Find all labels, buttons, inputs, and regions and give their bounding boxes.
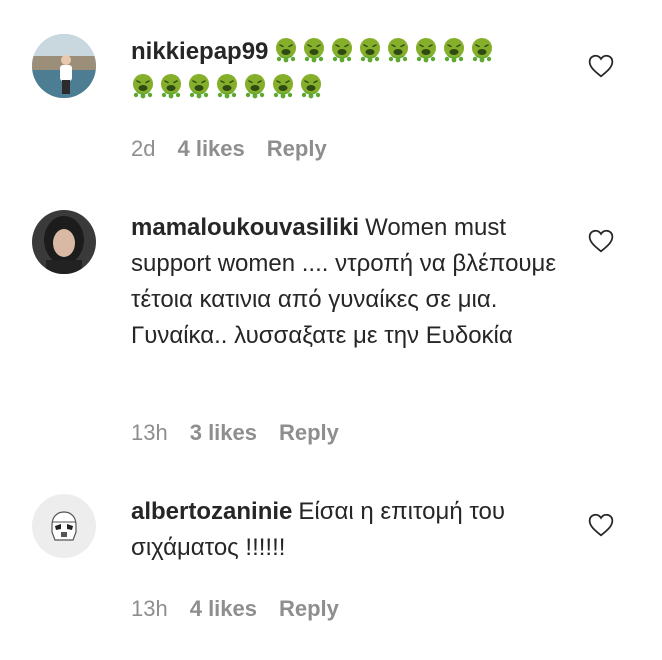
emoji-sequence bbox=[131, 74, 327, 101]
heart-outline-icon[interactable] bbox=[588, 229, 614, 253]
avatar[interactable] bbox=[32, 494, 96, 558]
face-vomiting-emoji bbox=[133, 74, 153, 99]
reply-button[interactable]: Reply bbox=[279, 596, 339, 621]
avatar[interactable] bbox=[32, 210, 96, 274]
comment-likes-count[interactable]: 3 likes bbox=[190, 420, 257, 445]
face-vomiting-emoji bbox=[360, 38, 381, 63]
comment-likes-count[interactable]: 4 likes bbox=[177, 136, 244, 161]
face-vomiting-emoji bbox=[472, 38, 493, 63]
comment-meta: 13h 4 likes Reply bbox=[131, 596, 361, 622]
comment-timestamp[interactable]: 13h bbox=[131, 596, 168, 621]
comment-meta: 13h 3 likes Reply bbox=[131, 420, 361, 446]
avatar-photo-outdoor bbox=[32, 34, 96, 98]
avatar-stormtrooper bbox=[32, 494, 96, 558]
face-vomiting-emoji bbox=[301, 74, 321, 99]
comment-username[interactable]: albertozaninie bbox=[131, 498, 292, 525]
face-vomiting-emoji bbox=[189, 74, 209, 99]
face-vomiting-emoji bbox=[245, 74, 265, 99]
heart-outline-icon[interactable] bbox=[588, 513, 614, 537]
face-vomiting-emoji bbox=[416, 38, 437, 63]
reply-button[interactable]: Reply bbox=[279, 420, 339, 445]
comment-body: nikkiepap99 bbox=[131, 34, 561, 106]
emoji-sequence bbox=[274, 38, 498, 65]
comment-body: albertozaninie Είσαι η επιτομή του σιχάμα… bbox=[131, 494, 561, 566]
face-vomiting-emoji bbox=[332, 38, 353, 63]
comment-timestamp[interactable]: 2d bbox=[131, 136, 155, 161]
face-vomiting-emoji bbox=[388, 38, 409, 63]
avatar-photo-portrait bbox=[32, 210, 96, 274]
face-vomiting-emoji bbox=[276, 38, 297, 63]
comment-username[interactable]: mamaloukouvasiliki bbox=[131, 214, 359, 241]
face-vomiting-emoji bbox=[217, 74, 237, 99]
comment-username[interactable]: nikkiepap99 bbox=[131, 38, 268, 65]
reply-button[interactable]: Reply bbox=[267, 136, 327, 161]
face-vomiting-emoji bbox=[304, 38, 325, 63]
comment-meta: 2d 4 likes Reply bbox=[131, 136, 349, 162]
face-vomiting-emoji bbox=[444, 38, 465, 63]
face-vomiting-emoji bbox=[273, 74, 293, 99]
face-vomiting-emoji bbox=[161, 74, 181, 99]
avatar[interactable] bbox=[32, 34, 96, 98]
heart-outline-icon[interactable] bbox=[588, 54, 614, 78]
comment-body: mamaloukouvasiliki Women must support wom… bbox=[131, 210, 561, 354]
comment-timestamp[interactable]: 13h bbox=[131, 420, 168, 445]
comment-likes-count[interactable]: 4 likes bbox=[190, 596, 257, 621]
